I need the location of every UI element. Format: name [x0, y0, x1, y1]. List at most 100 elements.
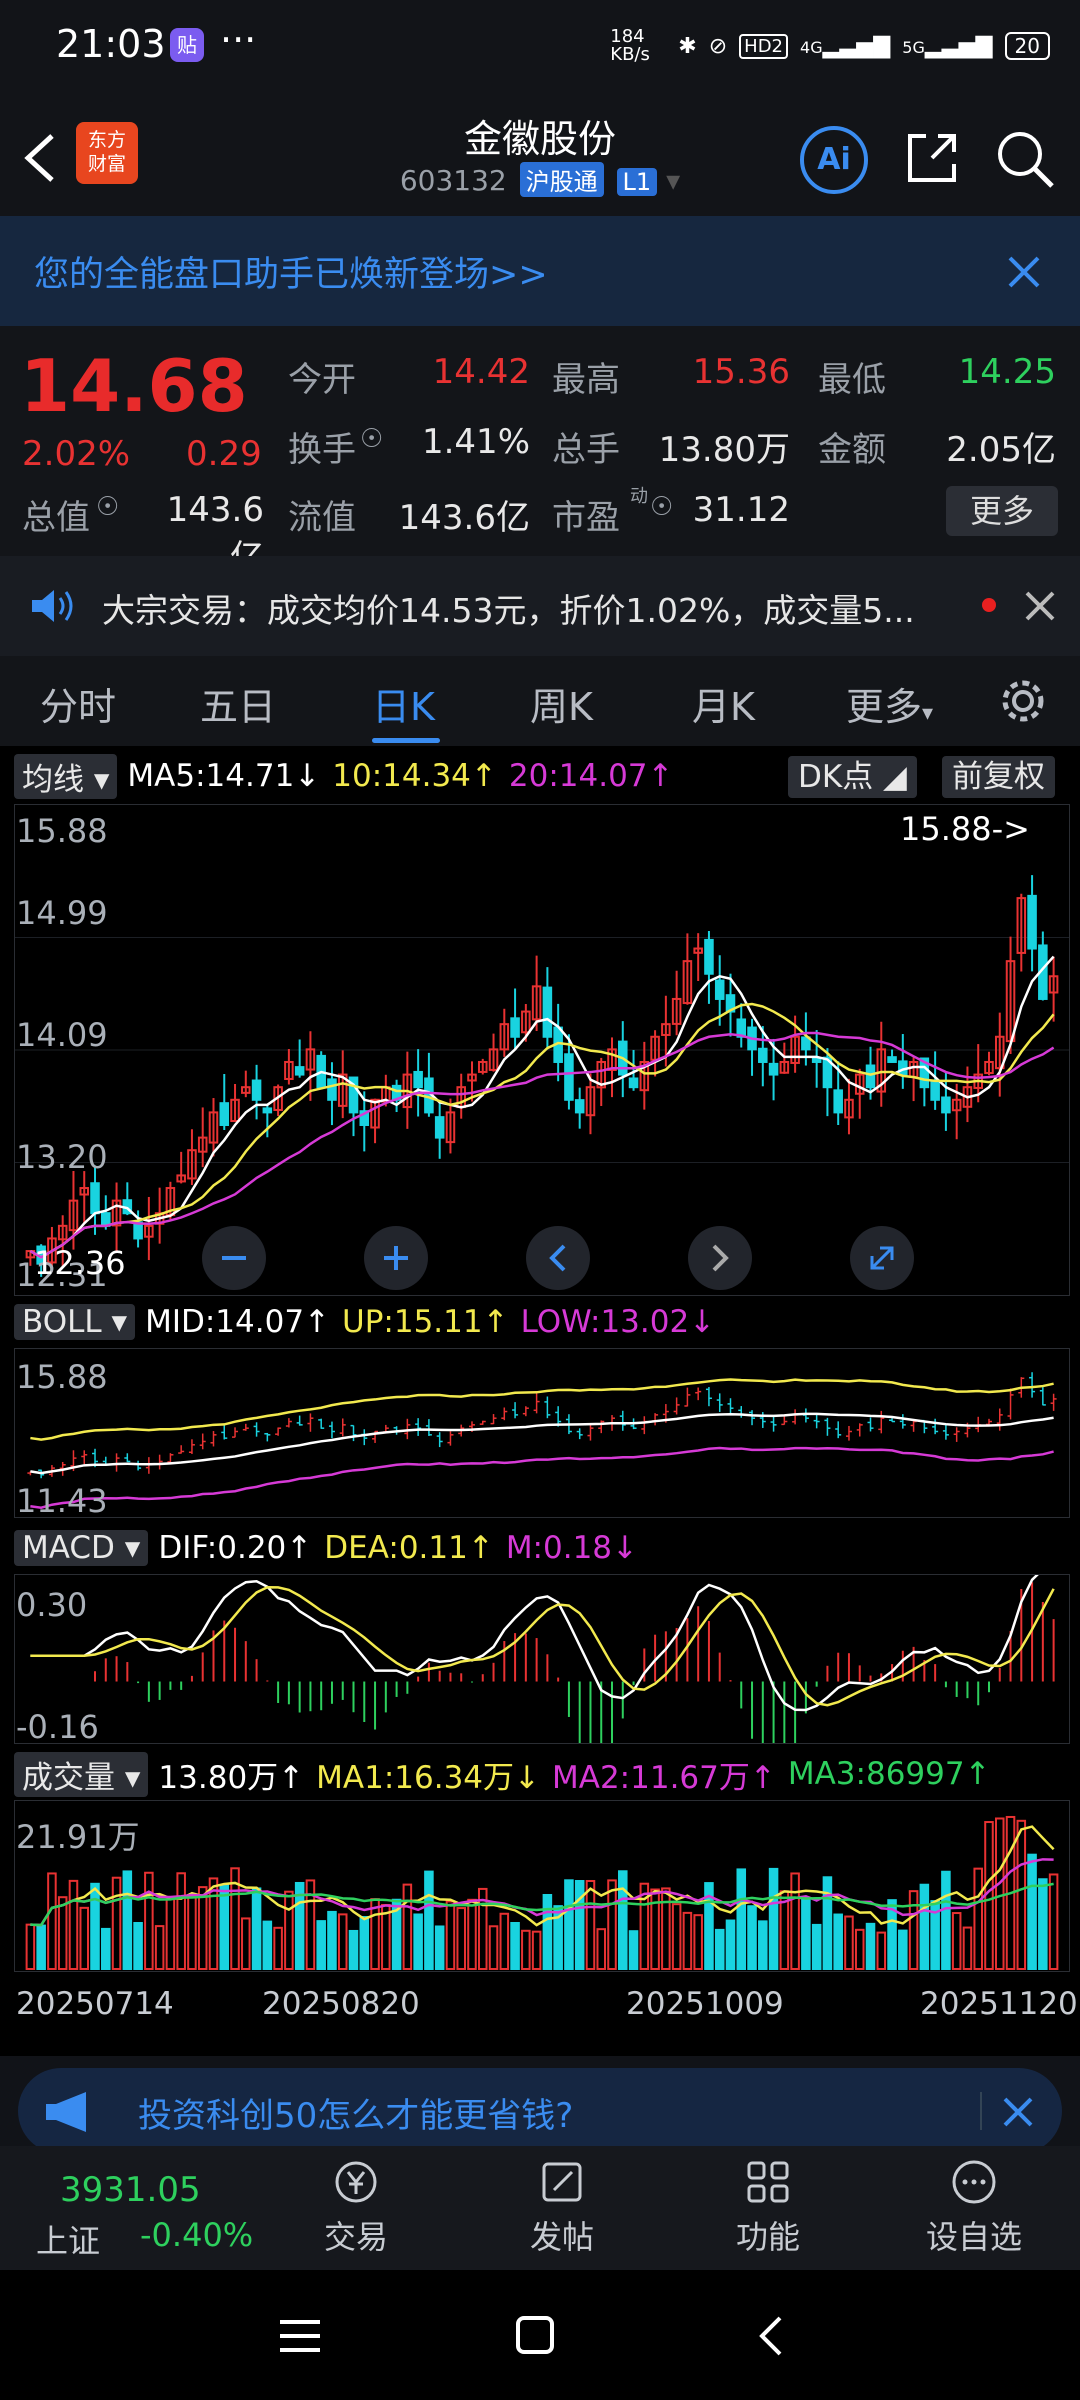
banner-text[interactable]: 您的全能盘口助手已焕新登场>>	[34, 246, 548, 297]
volume-bar	[424, 1870, 434, 1970]
ad-text[interactable]: 投资科创50怎么才能更省钱?	[138, 2088, 573, 2137]
close-icon[interactable]	[1006, 254, 1042, 290]
home-icon[interactable]	[514, 2314, 556, 2356]
boll-chart	[27, 1372, 1057, 1509]
block-trade-text[interactable]: 大宗交易：成交均价14.53元，折价1.02%，成交量5...	[102, 584, 915, 632]
volume-panel[interactable]	[14, 1800, 1070, 1972]
candle-body	[294, 1066, 305, 1076]
volume-y-top: 21.91万	[16, 1818, 140, 1856]
boll-select[interactable]: BOLL ▾	[14, 1304, 136, 1340]
macd-select[interactable]: MACD ▾	[14, 1530, 149, 1566]
dk-point-button[interactable]: DK点 ◢	[788, 756, 917, 798]
vol-ma3-line	[30, 1882, 1054, 1927]
candle-body	[704, 938, 714, 975]
volume-bar	[370, 1898, 380, 1970]
nav-watchlist[interactable]: 设自选	[904, 2158, 1044, 2258]
scroll-right-button[interactable]	[688, 1226, 752, 1290]
volume-ma3: MA3:86997↑	[787, 1756, 991, 1792]
volume-bar	[585, 1879, 596, 1970]
level-tag[interactable]: L1	[616, 168, 658, 196]
y-label-3: 14.09	[16, 1016, 108, 1054]
volume-bar	[413, 1913, 423, 1970]
volume-select[interactable]: 成交量 ▾	[14, 1751, 149, 1797]
ma10-line	[29, 1002, 1055, 1259]
search-icon[interactable]	[996, 130, 1056, 190]
tab-weekly-k[interactable]: 周K	[530, 676, 593, 731]
volume-bar	[176, 1872, 186, 1970]
boll-y-bottom: 11.43	[16, 1482, 108, 1520]
adjust-button[interactable]: 前复权	[942, 756, 1055, 798]
nav-post[interactable]: 发帖	[492, 2158, 632, 2258]
candle-body	[327, 1078, 337, 1101]
tab-monthly-k[interactable]: 月K	[692, 676, 755, 731]
nav-function[interactable]: 功能	[698, 2158, 838, 2258]
volume-bar	[456, 1907, 466, 1971]
ai-icon[interactable]: Ai	[800, 126, 868, 194]
tab-more[interactable]: 更多▾	[846, 676, 933, 731]
tab-five-day[interactable]: 五日	[200, 676, 276, 731]
candle-body	[865, 1064, 876, 1089]
volume-bar	[628, 1930, 639, 1970]
stock-header: 东方 财富 金徽股份 603132 沪股通 L1 ▾ Ai	[0, 96, 1080, 216]
gear-icon[interactable]	[998, 676, 1048, 726]
index-value[interactable]: 3931.05	[60, 2170, 201, 2210]
x-date-1: 20250714	[16, 1986, 174, 2022]
share-icon[interactable]	[904, 130, 960, 186]
candle-body	[542, 986, 553, 1038]
info-icon[interactable]: ☉	[96, 492, 119, 522]
volume-bar	[564, 1879, 574, 1970]
block-trade-bar[interactable]: 大宗交易：成交均价14.53元，折价1.02%，成交量5...	[0, 556, 1080, 656]
more-button[interactable]: 更多	[946, 486, 1058, 536]
candle-body	[768, 1062, 779, 1076]
status-time: 21:03	[56, 22, 166, 66]
volume-bar	[1016, 1819, 1027, 1970]
bluetooth-icon: ✱	[678, 33, 697, 59]
volume-bar	[714, 1928, 725, 1971]
volume-bar	[111, 1876, 122, 1970]
index-change[interactable]: -0.40%	[140, 2216, 253, 2254]
kline-panel[interactable]	[14, 804, 1070, 1296]
x-date-3: 20251009	[626, 1986, 784, 2022]
ma5-value: MA5:14.71↓	[127, 758, 321, 794]
volume-bar	[68, 1879, 79, 1970]
menu-icon[interactable]	[276, 2316, 324, 2356]
macd-panel[interactable]	[14, 1556, 1070, 1785]
scroll-left-button[interactable]	[526, 1226, 590, 1290]
candle-body	[714, 979, 725, 1000]
min-price-mark: 12.36	[34, 1244, 126, 1282]
dropdown-icon[interactable]: ▾	[666, 164, 680, 197]
ma-select[interactable]: 均线 ▾	[14, 753, 118, 799]
volume-bar	[607, 1879, 617, 1970]
candle-body	[510, 1017, 520, 1038]
macd-chart	[30, 1556, 1055, 1785]
volume-bar	[822, 1876, 833, 1970]
ma10-value: 10:14.34↑	[332, 758, 497, 794]
ma-select-label: 均线	[22, 761, 84, 798]
info-icon[interactable]: ☉	[360, 424, 383, 454]
close-icon[interactable]	[1002, 2096, 1034, 2128]
index-name[interactable]: 上证	[36, 2216, 100, 2262]
close-icon[interactable]	[1024, 590, 1056, 622]
dif-line	[30, 1556, 1055, 1712]
boll-panel[interactable]	[14, 1348, 1070, 1518]
zoom-in-button[interactable]	[364, 1226, 428, 1290]
volume-bar	[994, 1817, 1005, 1970]
ad-bar[interactable]: 投资科创50怎么才能更省钱?	[18, 2068, 1062, 2154]
volume-bar	[241, 1917, 251, 1970]
info-icon[interactable]: ☉	[650, 492, 673, 522]
volume-bar	[359, 1915, 370, 1970]
back-nav-icon[interactable]	[756, 2314, 786, 2358]
grid-icon	[747, 2161, 789, 2203]
turnover-value: 1.41%	[421, 422, 530, 462]
macd-y-bottom: -0.16	[16, 1708, 99, 1746]
volume-bar	[693, 1914, 703, 1970]
fullscreen-button[interactable]	[850, 1226, 914, 1290]
candle-body	[251, 1079, 262, 1101]
tab-daily-k[interactable]: 日K	[372, 676, 435, 731]
candle-body	[574, 1099, 585, 1114]
helper-banner[interactable]: 您的全能盘口助手已焕新登场>>	[0, 216, 1080, 326]
nav-trade[interactable]: 交易	[286, 2158, 426, 2258]
candle-body	[833, 1089, 843, 1114]
tab-intraday[interactable]: 分时	[40, 676, 116, 731]
zoom-out-button[interactable]	[202, 1226, 266, 1290]
